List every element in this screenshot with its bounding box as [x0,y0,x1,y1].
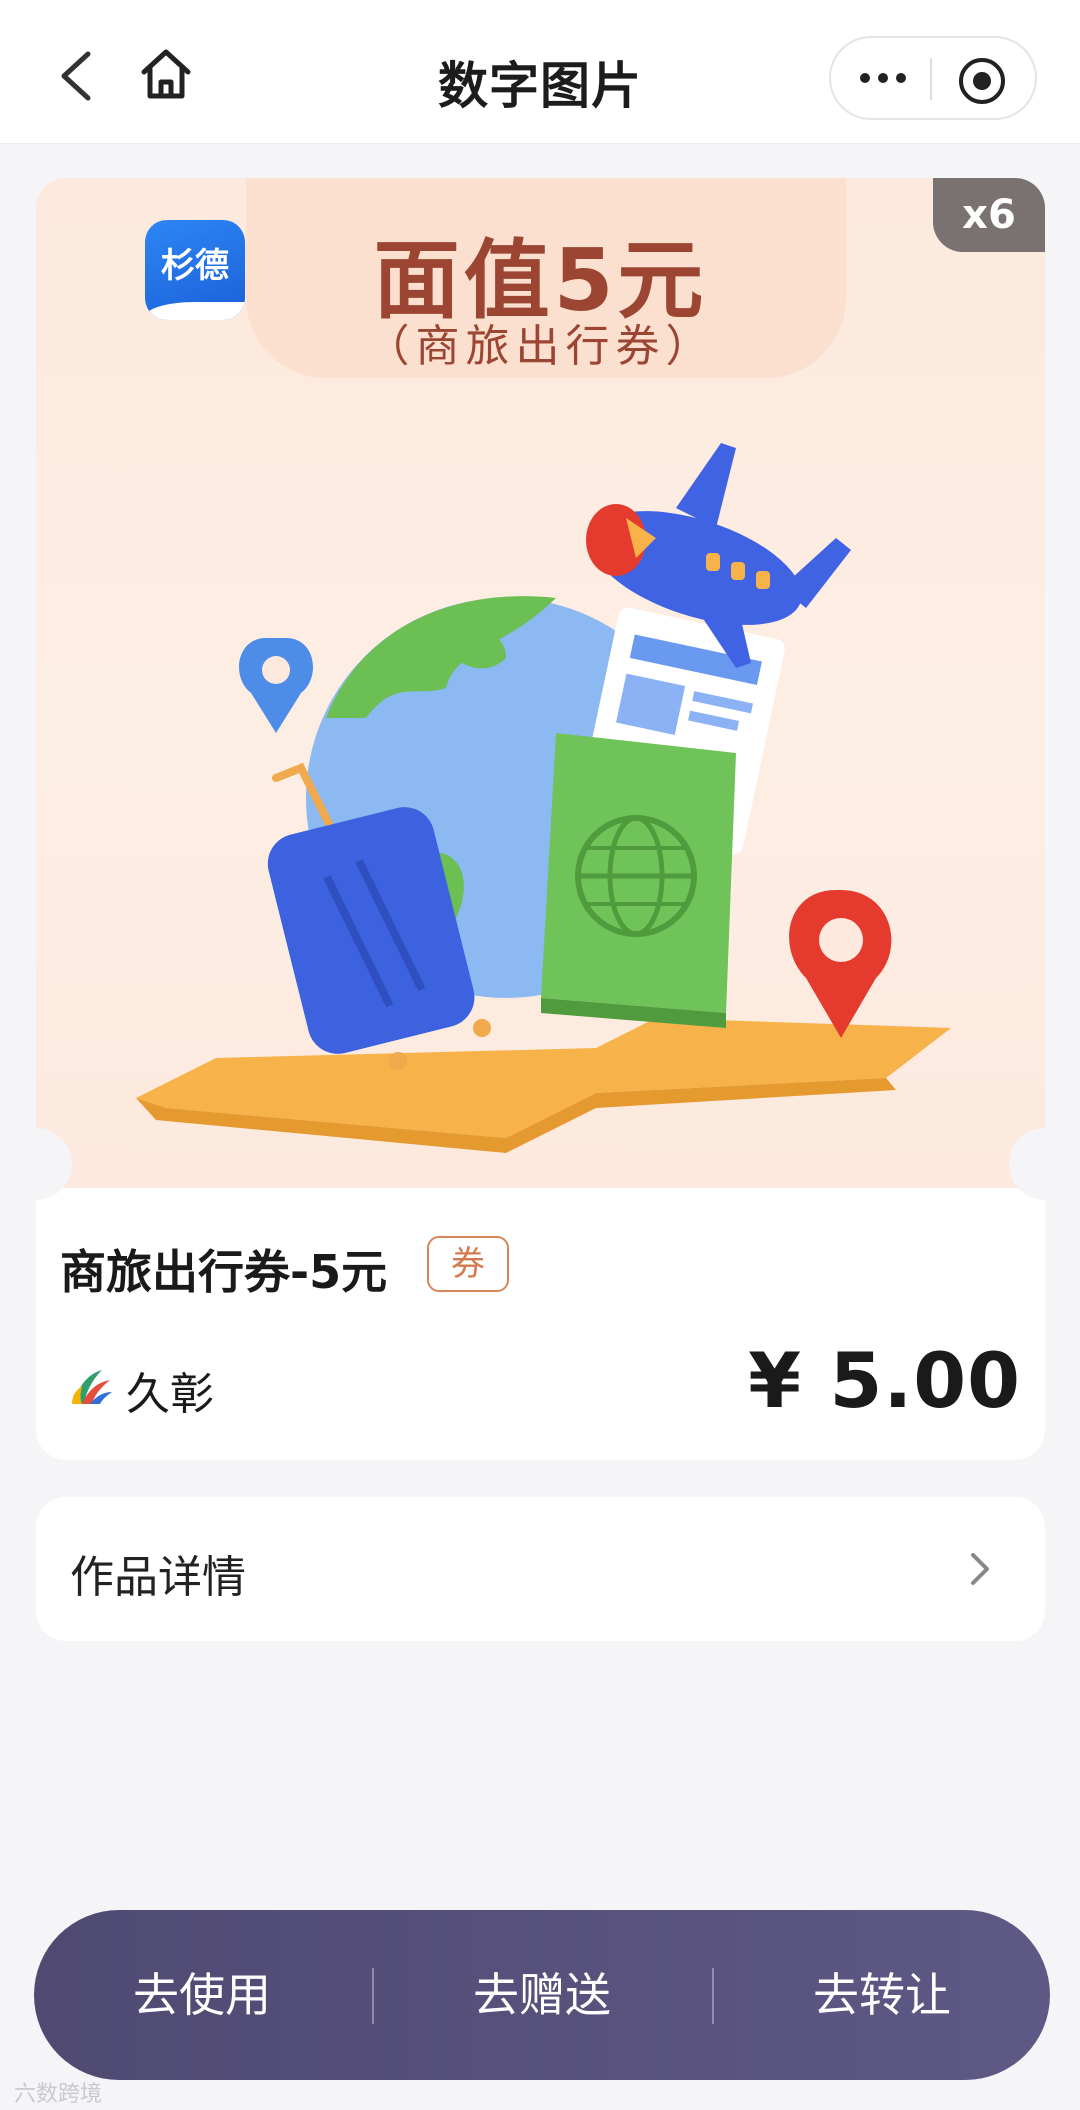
mini-program-capsule [829,36,1037,120]
product-name: 商旅出行券-5元 [60,1245,388,1299]
price: ¥ 5.00 [748,1336,1021,1425]
coupon-tag: 券 [427,1236,509,1292]
details-label: 作品详情 [70,1552,246,1603]
action-divider [712,1968,714,2024]
gift-button[interactable]: 去赠送 [392,1910,692,2080]
action-bar: 去使用 去赠送 去转让 [34,1910,1050,2080]
close-target-icon[interactable] [957,56,1007,106]
blue-pin [239,638,313,733]
nav-header: 数字图片 [0,0,1080,144]
passport [541,733,736,1028]
count-badge: x6 [933,178,1045,252]
capsule-divider [930,58,932,100]
product-image: 杉德 面值5元 （商旅出行券） x6 [36,178,1045,1188]
issuer-name: 久彰 [126,1369,214,1420]
watermark: 六数跨境 [14,2082,103,2107]
red-pin [789,890,892,1038]
more-icon[interactable] [853,56,913,100]
chevron-right-icon [971,1553,989,1585]
use-button[interactable]: 去使用 [52,1910,352,2080]
details-row[interactable]: 作品详情 [36,1497,1045,1641]
transfer-button[interactable]: 去转让 [732,1910,1032,2080]
travel-illustration [136,443,951,1153]
issuer-logo-icon [72,1370,112,1404]
action-divider [372,1968,374,2024]
product-card[interactable]: 杉德 面值5元 （商旅出行券） x6 商旅出行券-5元 券 久彰 ¥ 5.00 [36,178,1045,1460]
